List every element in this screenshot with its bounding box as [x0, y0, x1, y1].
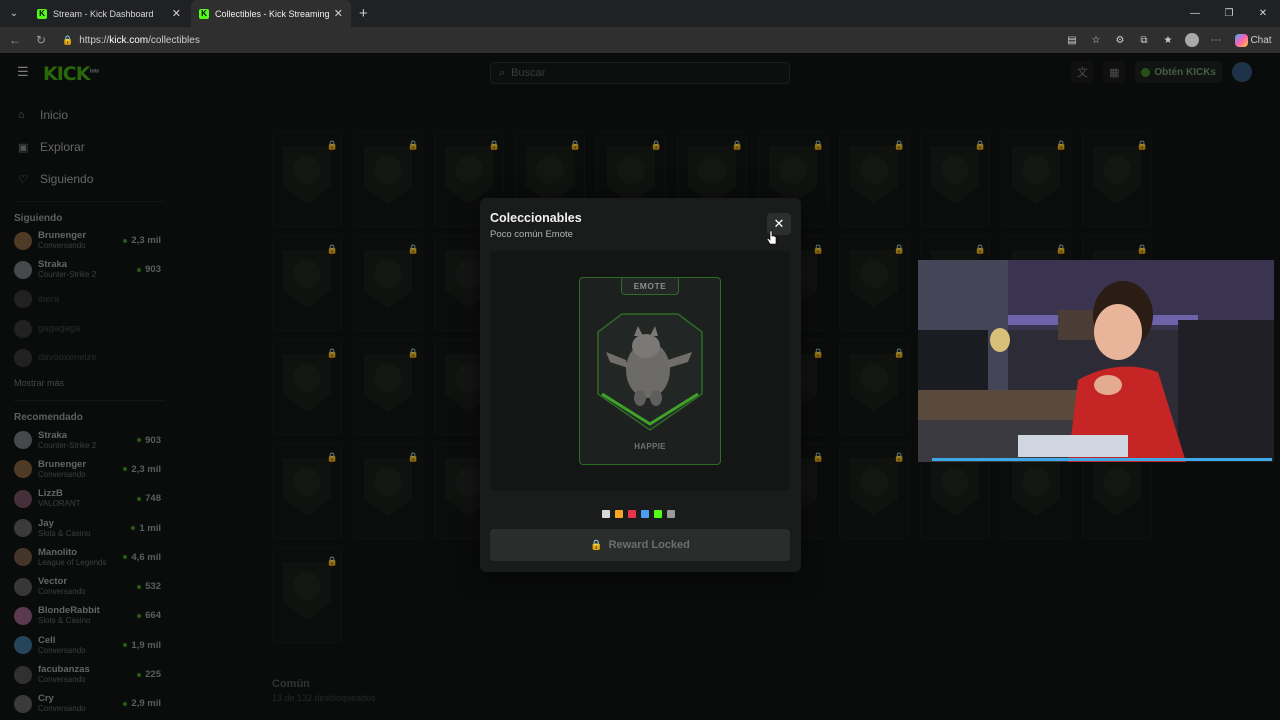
tab-title: Collectibles - Kick Streaming [215, 8, 330, 19]
window-controls: — ❐ ✕ [1178, 0, 1280, 27]
collectible-modal: Coleccionables Poco común Emote ✕ EMOTE … [480, 198, 801, 572]
kick-favicon: K [199, 8, 209, 19]
mouse-cursor-icon [767, 230, 777, 245]
color-swatch[interactable] [615, 510, 623, 518]
copilot-icon [1235, 33, 1248, 47]
chat-label: Chat [1250, 34, 1272, 46]
tab-search-button[interactable]: ⌄ [3, 4, 25, 24]
lock-icon: 🔒 [590, 539, 603, 551]
reader-mode-icon[interactable]: ▤ [1063, 30, 1081, 50]
tab-close-icon[interactable]: ✕ [334, 7, 343, 20]
url-field[interactable]: 🔒 https://kick.com/collectibles [62, 30, 1062, 50]
emote-art [597, 313, 703, 431]
emote-name: HAPPIE [634, 442, 666, 451]
copilot-chat-button[interactable]: Chat [1231, 30, 1274, 50]
color-swatch[interactable] [641, 510, 649, 518]
collectible-preview: EMOTE HAPPIE [490, 251, 790, 491]
modal-subtitle: Poco común Emote [490, 229, 573, 240]
reward-button-label: Reward Locked [608, 539, 690, 551]
minimize-icon[interactable]: — [1178, 0, 1212, 27]
favorite-star-icon[interactable]: ☆ [1087, 30, 1105, 50]
browser-tab-bar: ⌄ K Stream - Kick Dashboard ✕ K Collecti… [0, 0, 1280, 27]
window-close-icon[interactable]: ✕ [1246, 0, 1280, 27]
color-swatch[interactable] [667, 510, 675, 518]
address-bar: ← ↻ 🔒 https://kick.com/collectibles ▤ ☆ … [0, 27, 1280, 53]
extensions-icon[interactable]: ⚙ [1111, 30, 1129, 50]
variant-swatches [602, 510, 675, 518]
browser-toolbar: ▤ ☆ ⚙ ⧉ ★ ⋯ Chat [1063, 30, 1274, 50]
kick-favicon: K [37, 8, 47, 19]
tab-collectibles[interactable]: K Collectibles - Kick Streaming ✕ [191, 0, 351, 27]
new-tab-icon[interactable]: + [359, 5, 368, 22]
webcam-overlay [918, 260, 1274, 462]
tab-kick-dashboard[interactable]: K Stream - Kick Dashboard ✕ [29, 0, 189, 27]
webcam-accent-line [932, 458, 1272, 461]
url-prefix: https:// [79, 34, 110, 46]
color-swatch[interactable] [628, 510, 636, 518]
url-path: /collectibles [148, 34, 200, 46]
emote-card: EMOTE HAPPIE [579, 277, 721, 465]
color-swatch[interactable] [602, 510, 610, 518]
more-icon[interactable]: ⋯ [1207, 30, 1225, 50]
color-swatch[interactable] [654, 510, 662, 518]
restore-icon[interactable]: ❐ [1212, 0, 1246, 27]
back-icon[interactable]: ← [4, 29, 26, 51]
webcam-feed-image [918, 260, 1274, 462]
tab-close-icon[interactable]: ✕ [172, 7, 181, 20]
split-screen-icon[interactable]: ⧉ [1135, 30, 1153, 50]
profile-avatar[interactable] [1183, 30, 1201, 50]
emote-type-tag: EMOTE [621, 278, 679, 295]
reload-icon[interactable]: ↻ [30, 29, 52, 51]
site-info-icon[interactable]: 🔒 [62, 35, 73, 46]
url-domain: kick.com [109, 34, 149, 46]
reward-locked-button[interactable]: 🔒 Reward Locked [490, 529, 790, 561]
tab-title: Stream - Kick Dashboard [53, 8, 154, 19]
modal-title: Coleccionables [490, 211, 582, 225]
favorites-icon[interactable]: ★ [1159, 30, 1177, 50]
